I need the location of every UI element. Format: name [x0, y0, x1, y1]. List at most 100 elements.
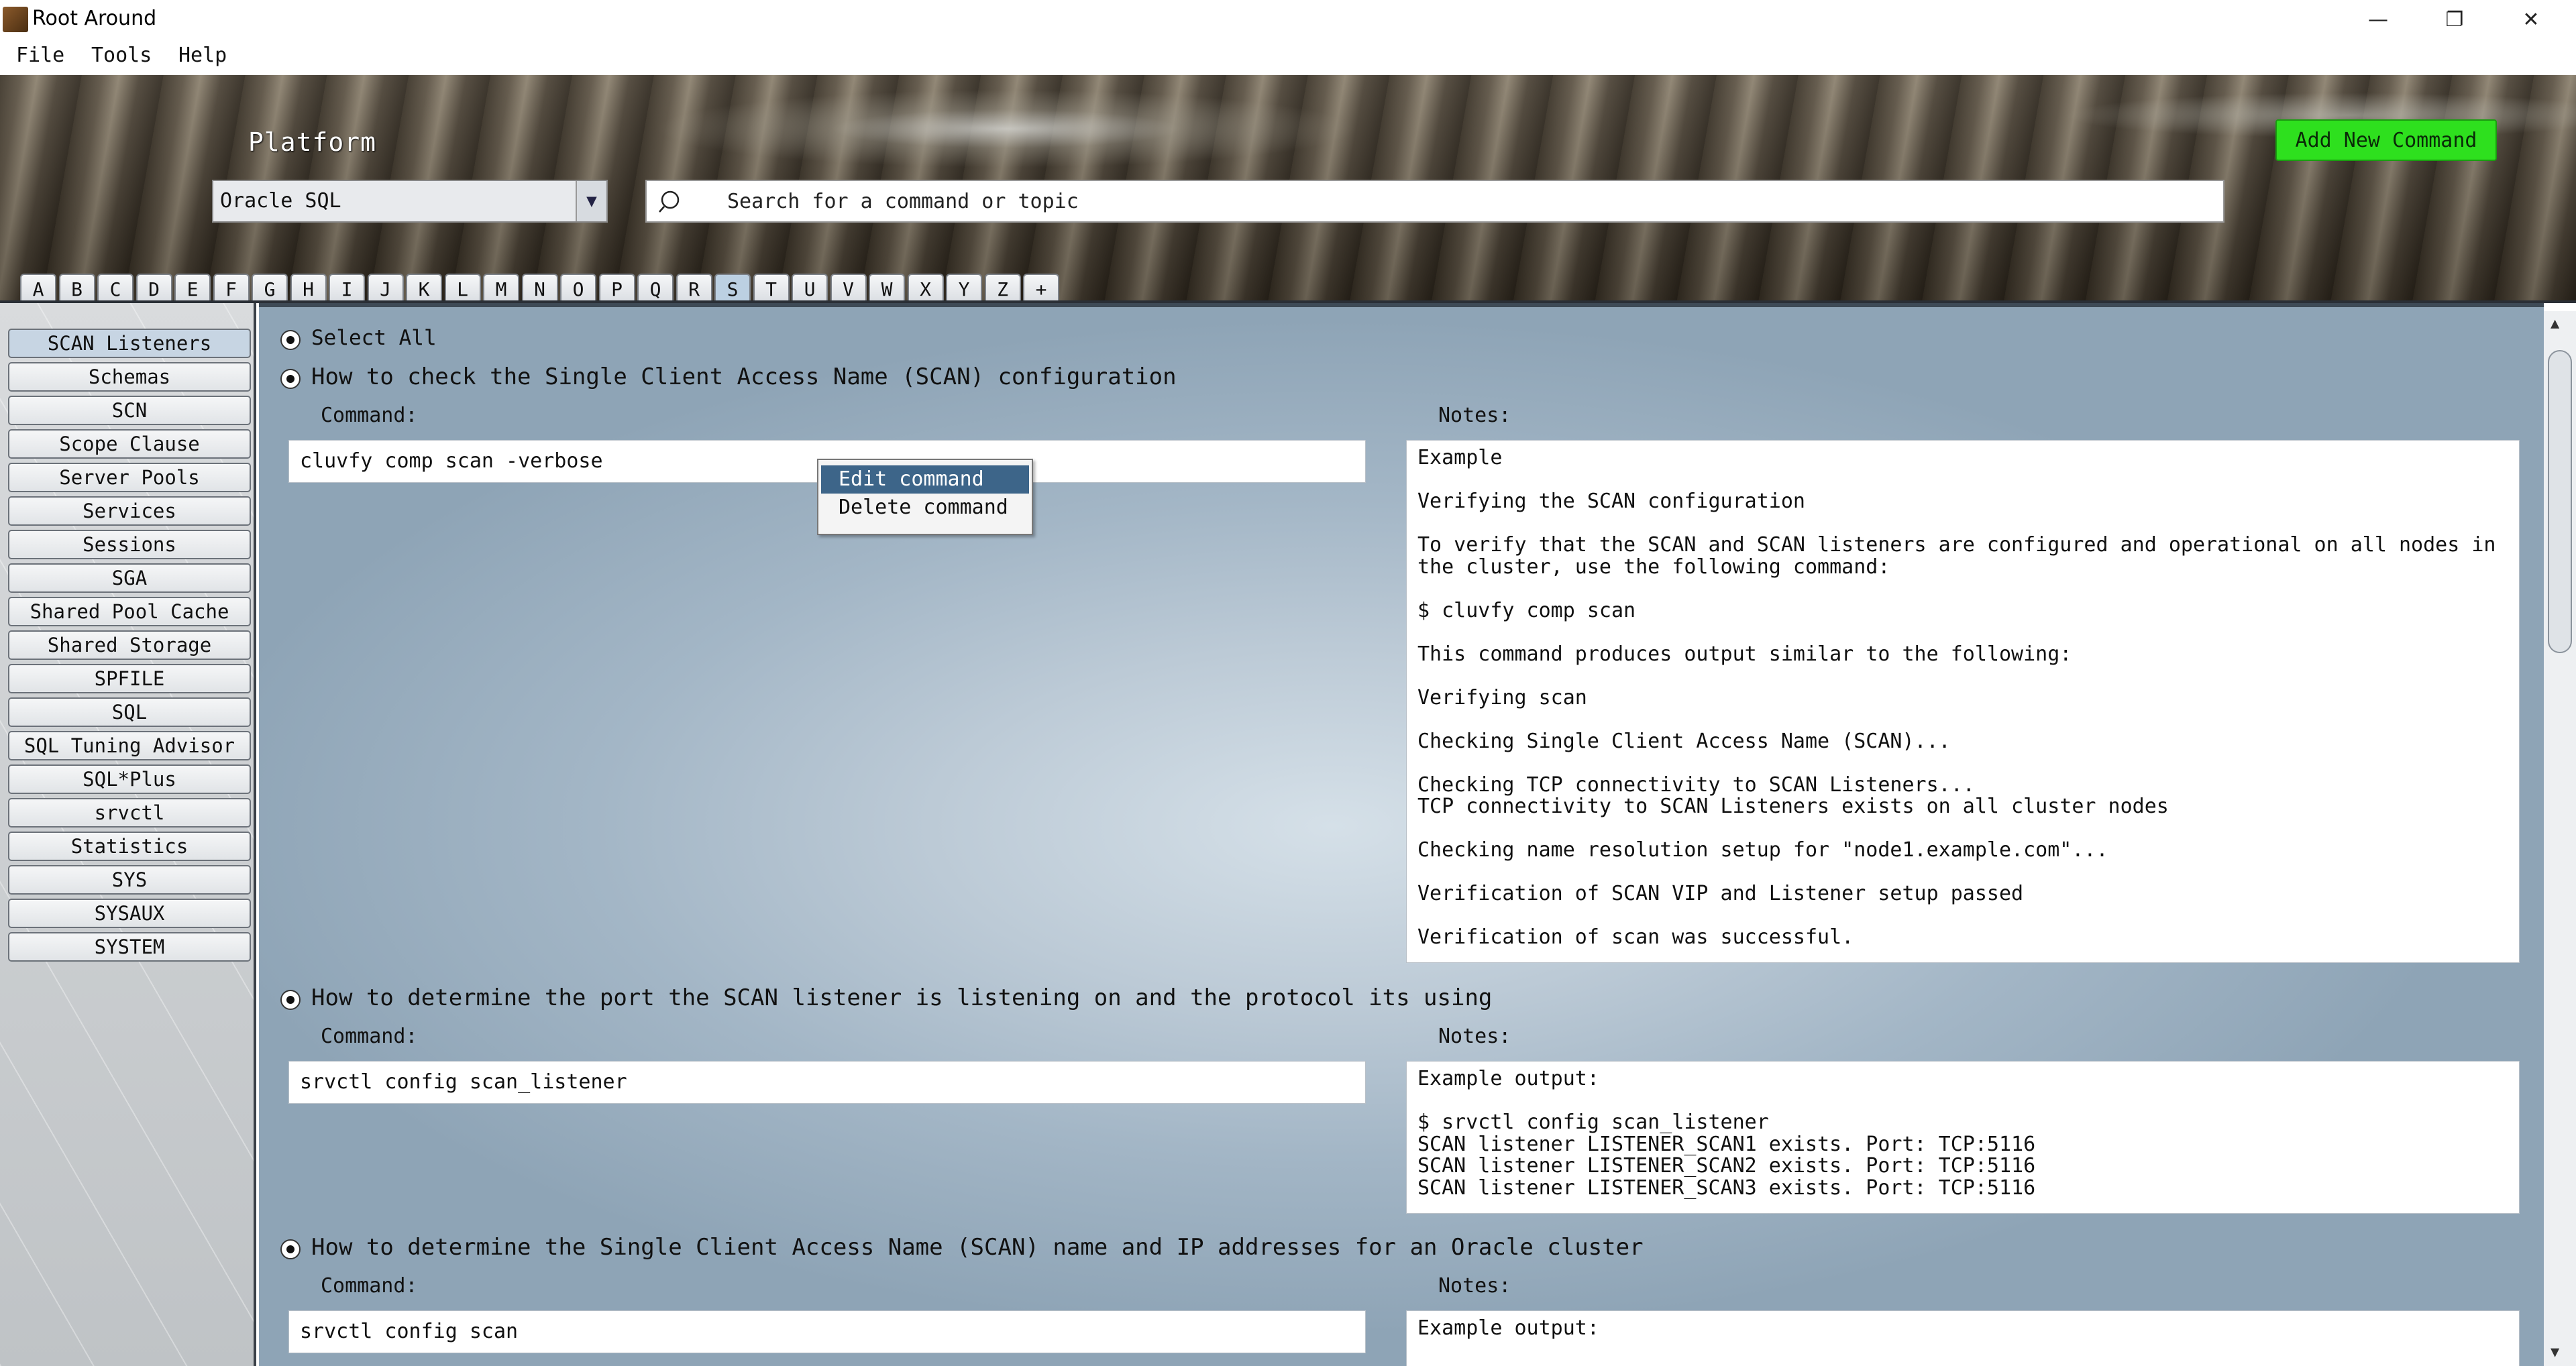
sidebar-item[interactable]: SQL*Plus [8, 764, 251, 794]
sidebar-item[interactable]: SCAN Listeners [8, 329, 251, 358]
sidebar-item[interactable]: Statistics [8, 832, 251, 861]
note-line: Example [1417, 446, 1503, 469]
letter-tab-bar: A B C D E F G H I J K L M N O P Q R S T U V W X Y Z + [20, 274, 1062, 303]
note-line: SCAN listener LISTENER_SCAN2 exists. Por… [1417, 1154, 2036, 1178]
panel-top-border [259, 303, 2544, 307]
entry-radio[interactable] [280, 369, 301, 389]
entry-title: How to determine the Single Client Acces… [311, 1234, 1644, 1261]
notes-label: Notes: [1438, 1274, 1511, 1298]
letter-tab-a[interactable]: A [20, 274, 56, 303]
sidebar-item[interactable]: Shared Pool Cache [8, 597, 251, 626]
minimize-button[interactable]: — [2341, 0, 2415, 39]
platform-select[interactable]: Oracle SQL ▼ [212, 180, 608, 223]
letter-tab-p[interactable]: P [598, 274, 635, 303]
sidebar-item[interactable]: Sessions [8, 530, 251, 559]
close-button[interactable]: ✕ [2494, 0, 2568, 39]
platform-selected-value: Oracle SQL [220, 189, 341, 213]
letter-tab-x[interactable]: X [907, 274, 944, 303]
command-field[interactable]: srvctl config scan [288, 1310, 1366, 1353]
chevron-down-icon[interactable]: ▼ [576, 181, 606, 221]
sidebar-item[interactable]: SYSAUX [8, 899, 251, 928]
note-line: Checking TCP connectivity to SCAN Listen… [1417, 773, 1975, 797]
sidebar-item[interactable]: Schemas [8, 362, 251, 392]
note-line: Verification of scan was successful. [1417, 925, 1854, 949]
scroll-down-icon[interactable]: ▼ [2551, 1344, 2559, 1361]
sidebar-item[interactable]: SYSTEM [8, 932, 251, 962]
sidebar-item[interactable]: SYS [8, 865, 251, 895]
add-new-command-button[interactable]: Add New Command [2275, 119, 2497, 161]
select-all-radio[interactable] [280, 330, 301, 350]
platform-label: Platform [248, 127, 377, 157]
scroll-up-icon[interactable]: ▲ [2551, 315, 2559, 332]
delete-command-menu-item[interactable]: Delete command [821, 494, 1029, 522]
letter-tab-y[interactable]: Y [946, 274, 982, 303]
context-menu: Edit command Delete command [817, 459, 1033, 535]
note-line [1417, 818, 2508, 840]
notes-field[interactable]: Example output: $ srvctl config scan_list… [1406, 1061, 2520, 1214]
letter-tab-l[interactable]: L [444, 274, 481, 303]
sidebar-item[interactable]: SQL Tuning Advisor [8, 731, 251, 760]
letter-tab-z[interactable]: Z [984, 274, 1021, 303]
restore-button[interactable]: ❐ [2418, 0, 2491, 39]
letter-tab-q[interactable]: Q [637, 274, 674, 303]
notes-field[interactable]: Example output: [1406, 1310, 2520, 1366]
letter-tab-j[interactable]: J [367, 274, 404, 303]
letter-tab-f[interactable]: F [213, 274, 250, 303]
topic-sidebar: SCAN Listeners Schemas SCN Scope Clause Serv… [0, 303, 256, 1366]
letter-tab-u[interactable]: U [792, 274, 828, 303]
sidebar-item[interactable]: Shared Storage [8, 630, 251, 660]
sidebar-item[interactable]: SQL [8, 697, 251, 727]
notes-field[interactable]: Example Verifying the SCAN configuration T… [1406, 440, 2520, 963]
note-line [1417, 905, 2508, 927]
entry-radio[interactable] [280, 1239, 301, 1259]
command-list-panel: Select All How to check the Single Clien… [259, 303, 2544, 1366]
letter-tab-g[interactable]: G [252, 274, 288, 303]
search-box[interactable] [645, 180, 2224, 223]
command-field[interactable]: srvctl config scan_listener [288, 1061, 1366, 1104]
title-bar: Root Around — ❐ ✕ [0, 0, 2576, 39]
entry-title: How to determine the port the SCAN liste… [311, 984, 1493, 1011]
sidebar-item[interactable]: Scope Clause [8, 429, 251, 459]
note-line: This command produces output similar to … [1417, 642, 2072, 666]
letter-tab-m[interactable]: M [483, 274, 519, 303]
scrollbar-thumb[interactable] [2548, 350, 2572, 653]
sidebar-item[interactable]: SCN [8, 396, 251, 425]
note-line: Example output: [1417, 1067, 1599, 1090]
sidebar-item[interactable]: SGA [8, 563, 251, 593]
note-line: Example output: [1417, 1316, 1599, 1340]
menu-help[interactable]: Help [178, 42, 227, 70]
sidebar-item[interactable]: srvctl [8, 798, 251, 828]
note-line: the cluster, use the following command: [1417, 555, 1890, 579]
letter-tab-plus[interactable]: + [1023, 274, 1059, 303]
letter-tab-w[interactable]: W [869, 274, 905, 303]
letter-tab-t[interactable]: T [753, 274, 790, 303]
sidebar-item[interactable]: Services [8, 496, 251, 526]
entry-title: How to check the Single Client Access Na… [311, 363, 1177, 390]
command-label: Command: [321, 404, 418, 427]
letter-tab-b[interactable]: B [58, 274, 95, 303]
letter-tab-i[interactable]: I [329, 274, 365, 303]
search-icon [659, 190, 680, 213]
letter-tab-v[interactable]: V [830, 274, 867, 303]
sidebar-item[interactable]: SPFILE [8, 664, 251, 693]
letter-tab-k[interactable]: K [406, 274, 442, 303]
note-line [1417, 1090, 2508, 1113]
letter-tab-h[interactable]: H [290, 274, 327, 303]
header-banner: Platform Oracle SQL ▼ Add New Command AB… [0, 75, 2576, 303]
search-input[interactable] [727, 181, 2203, 221]
sidebar-item[interactable]: Server Pools [8, 463, 251, 492]
letter-tab-s[interactable]: S [714, 274, 751, 303]
menu-tools[interactable]: Tools [91, 42, 152, 70]
letter-tab-c[interactable]: C [97, 274, 133, 303]
menu-file[interactable]: File [16, 42, 64, 70]
letter-tab-e[interactable]: E [174, 274, 211, 303]
note-line: Verifying scan [1417, 685, 1587, 709]
letter-tab-d[interactable]: D [136, 274, 172, 303]
vertical-scrollbar[interactable]: ▲ ▼ [2544, 311, 2576, 1366]
letter-tab-o[interactable]: O [560, 274, 596, 303]
entry-radio[interactable] [280, 990, 301, 1010]
letter-tab-n[interactable]: N [521, 274, 558, 303]
edit-command-menu-item[interactable]: Edit command [821, 465, 1029, 494]
letter-tab-r[interactable]: R [676, 274, 712, 303]
select-all-label: Select All [311, 326, 437, 350]
